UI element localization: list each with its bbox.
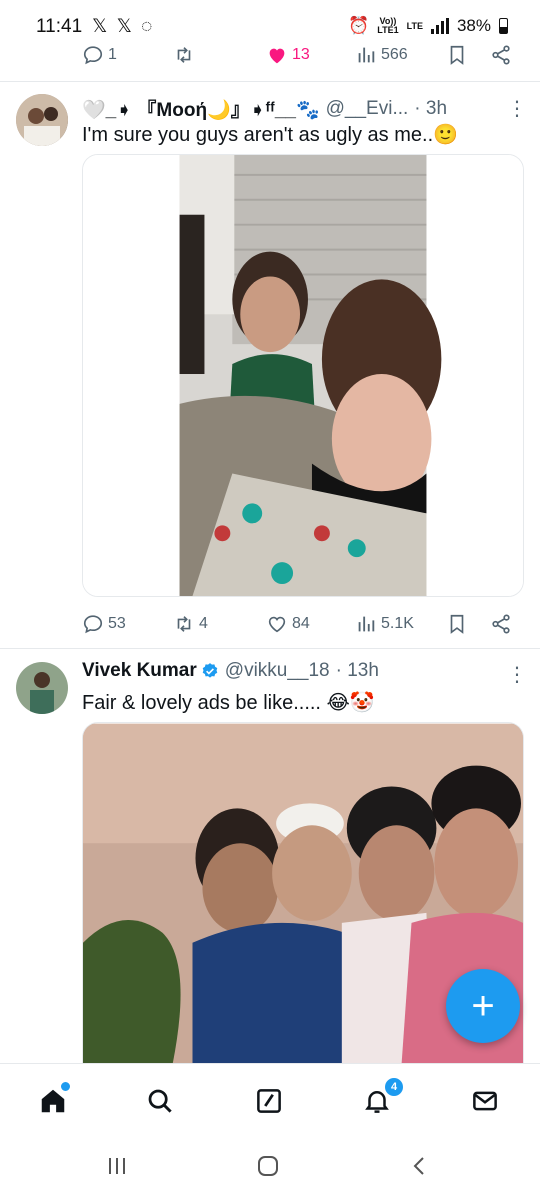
views-button[interactable]: 566: [355, 44, 408, 66]
nav-compose[interactable]: [252, 1084, 286, 1118]
lte-indicator: LTE: [406, 20, 423, 31]
heart-filled-icon: [269, 48, 285, 64]
more-options-icon[interactable]: ⋮: [507, 96, 527, 121]
bottom-nav: 4: [0, 1063, 540, 1136]
tweet-actions: 53 4 84 5.1K: [0, 609, 540, 639]
user-handle[interactable]: @__Evi...: [326, 98, 409, 120]
views-icon: [358, 616, 375, 632]
share-icon: [492, 614, 510, 634]
like-button[interactable]: 84: [266, 613, 310, 635]
recents-icon: [109, 1158, 125, 1174]
more-options-icon[interactable]: ⋮: [507, 662, 527, 687]
reply-count: 1: [108, 46, 117, 63]
tweet-text: Fair & lovely ads be like..... 😂🤡: [82, 692, 375, 714]
display-name[interactable]: Vivek Kumar: [82, 660, 197, 682]
nav-messages[interactable]: [468, 1084, 502, 1118]
status-time: 11:41: [36, 16, 83, 37]
reply-icon: [83, 615, 103, 634]
tweet-divider: [0, 648, 540, 649]
share-icon: [492, 45, 510, 65]
share-button[interactable]: [490, 613, 512, 635]
tweet-media[interactable]: [82, 154, 524, 597]
avatar[interactable]: [16, 662, 68, 714]
signal-icon: [430, 18, 449, 34]
tweet-text: I'm sure you guys aren't as ugly as me..…: [82, 124, 459, 146]
heart-icon: [268, 616, 286, 633]
previous-tweet-actions: 1 13 566: [0, 40, 540, 70]
notification-icons: 𝕏 𝕏 ◌: [92, 16, 155, 37]
edit-square-icon: [257, 1089, 281, 1113]
like-button[interactable]: 13: [266, 44, 310, 66]
display-name[interactable]: 🤍_➧ 『Mooή🌙』➧ᶠᶠ__🐾: [82, 95, 320, 122]
user-handle[interactable]: @vikku__18: [225, 660, 330, 682]
verified-badge-icon: [202, 663, 218, 678]
bookmark-icon: [450, 614, 464, 634]
bookmark-button[interactable]: [446, 613, 468, 635]
battery-percent: 38%: [456, 16, 491, 35]
share-button[interactable]: [490, 44, 512, 66]
home-circle-icon: [258, 1156, 278, 1176]
tweet-header: Vivek Kumar @vikku__18 · 13h: [82, 660, 379, 682]
nav-search[interactable]: [143, 1084, 177, 1118]
retweet-button[interactable]: 4: [173, 613, 208, 635]
mail-icon: [473, 1091, 497, 1111]
avatar[interactable]: [16, 94, 68, 146]
bookmark-icon: [450, 45, 464, 65]
views-count: 5.1K: [381, 615, 414, 632]
tweet-divider: [0, 81, 540, 82]
status-right: ⏰ Vo)) LTE1 LTE 38%: [348, 16, 508, 36]
reply-icon: [83, 46, 103, 65]
retweet-icon: [177, 616, 191, 632]
alarm-icon: ⏰: [348, 16, 370, 35]
retweet-button[interactable]: [173, 44, 195, 66]
plus-icon: +: [471, 983, 495, 1028]
like-count: 84: [292, 615, 310, 632]
like-count: 13: [292, 46, 310, 63]
compose-fab-button[interactable]: +: [446, 969, 520, 1043]
back-button[interactable]: [408, 1154, 432, 1183]
reply-button[interactable]: 53: [82, 613, 126, 635]
tweet-time: · 3h: [414, 97, 448, 119]
views-icon: [358, 47, 375, 63]
back-chevron-icon: [413, 1157, 424, 1175]
tweet-time: · 13h: [335, 660, 379, 681]
search-icon: [148, 1089, 172, 1113]
retweet-count: 4: [199, 615, 208, 632]
photo-selfie: [83, 155, 523, 596]
reply-count: 53: [108, 615, 126, 632]
views-count: 566: [381, 46, 408, 63]
avatar-photo: [16, 94, 68, 146]
system-nav-bar: [0, 1136, 540, 1200]
home-system-button[interactable]: [256, 1154, 280, 1183]
views-button[interactable]: 5.1K: [355, 613, 414, 635]
bookmark-button[interactable]: [446, 44, 468, 66]
reply-button[interactable]: 1: [82, 44, 117, 66]
retweet-icon: [177, 47, 191, 63]
notifications-badge: 4: [383, 1076, 405, 1098]
home-notification-dot: [59, 1080, 72, 1093]
avatar-photo: [16, 662, 68, 714]
recent-apps-button[interactable]: [105, 1154, 129, 1183]
volte-indicator: Vo)) LTE1: [377, 16, 399, 35]
battery-icon: [499, 18, 508, 34]
tweet-header: 🤍_➧ 『Mooή🌙』➧ᶠᶠ__🐾 @__Evi... · 3h: [82, 95, 447, 122]
